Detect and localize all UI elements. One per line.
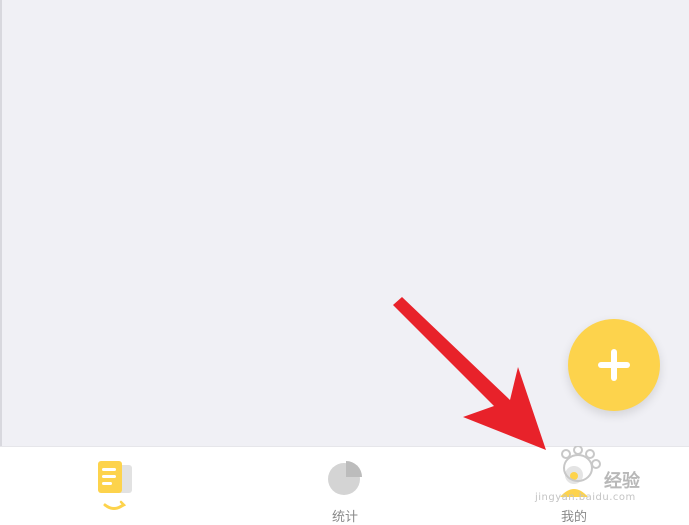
- watermark-url: jingyan.baidu.com: [535, 492, 636, 503]
- watermark-text: 经验: [604, 471, 640, 492]
- tab-bills[interactable]: [55, 447, 175, 525]
- left-divider: [0, 0, 2, 446]
- bill-list-icon: [98, 461, 132, 510]
- tab-stats[interactable]: 统计: [285, 447, 405, 525]
- tab-mine-label: 我的: [560, 510, 587, 525]
- plus-icon: [598, 349, 630, 381]
- pie-chart-icon: [328, 461, 362, 495]
- add-record-button[interactable]: [568, 319, 660, 411]
- tab-stats-label: 统计: [331, 510, 358, 525]
